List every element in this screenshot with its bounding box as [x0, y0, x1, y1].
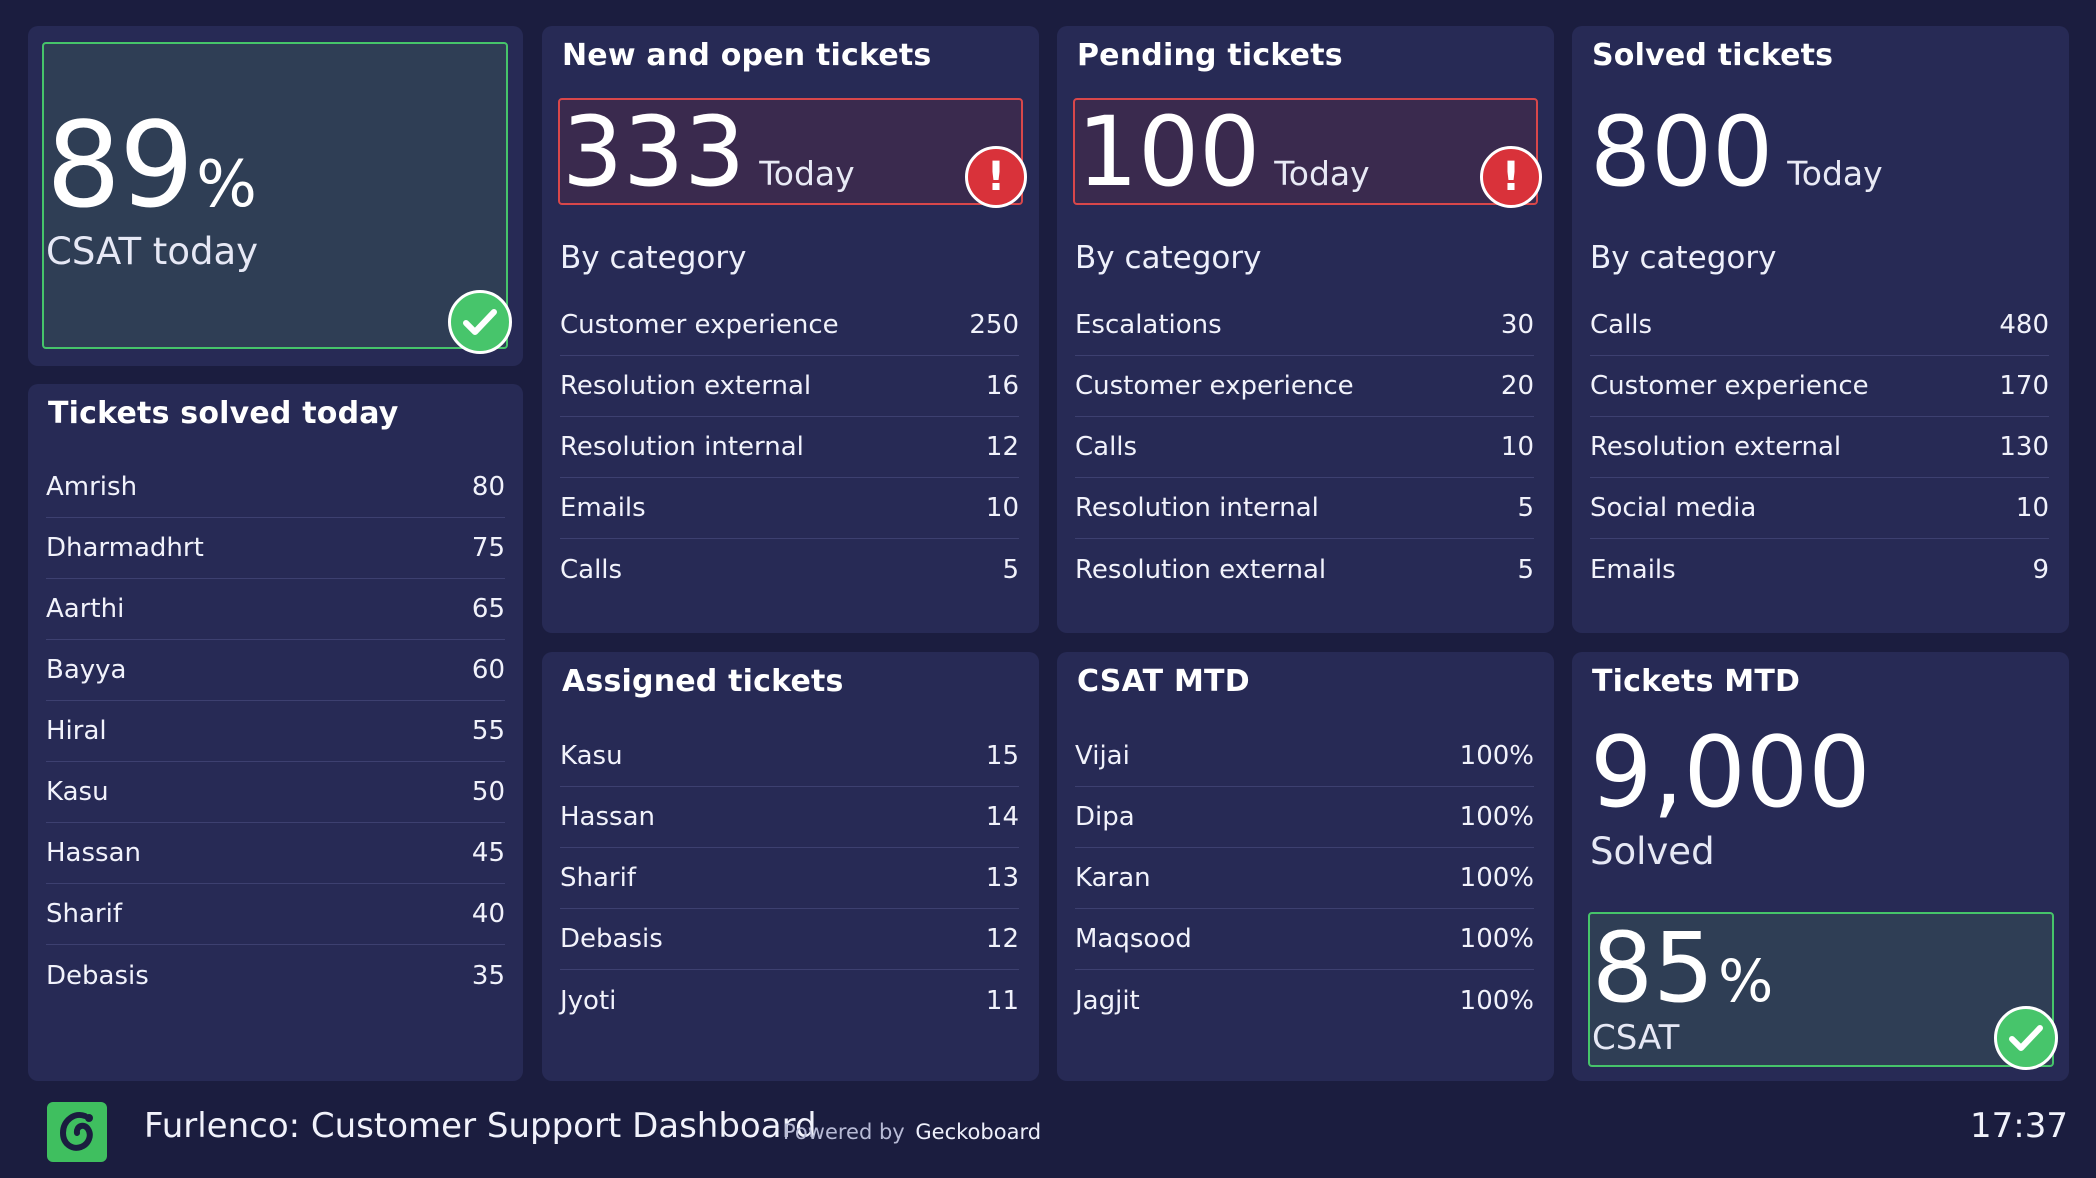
csat-today-unit: %: [196, 148, 257, 222]
list-item: Calls 480: [1590, 295, 2049, 356]
list-item: Amrish 80: [46, 457, 505, 518]
list-item: Hiral 55: [46, 701, 505, 762]
list-item: Jyoti 11: [560, 985, 1019, 1016]
alert-icon: !: [1480, 146, 1542, 208]
list-item: Maqsood 100%: [1075, 909, 1534, 970]
tickets-mtd-csat-box: 85 % CSAT: [1588, 912, 2054, 1067]
widget-title: New and open tickets: [562, 38, 932, 73]
list-item: Customer experience 250: [560, 295, 1019, 356]
list-item: Emails 10: [560, 478, 1019, 539]
list-item: Escalations 30: [1075, 295, 1534, 356]
list-item: Resolution external 130: [1590, 417, 2049, 478]
new-open-tickets-widget: New and open tickets 333 Today ! By cate…: [542, 26, 1039, 633]
footer: Furlenco: Customer Support Dashboard Pow…: [0, 1090, 2096, 1170]
list-item: Emails 9: [1590, 554, 2049, 585]
by-category-label: By category: [560, 240, 747, 276]
list-item: Debasis 35: [46, 960, 505, 991]
list-item: Calls 5: [560, 554, 1019, 585]
tickets-solved-today-widget: Tickets solved today Amrish 80 Dharmadhrt…: [28, 384, 523, 1081]
tickets-mtd-widget: Tickets MTD 9,000 Solved 85 % CSAT: [1572, 652, 2069, 1081]
widget-title: Tickets solved today: [48, 396, 399, 431]
pending-tickets-widget: Pending tickets 100 Today ! By category …: [1057, 26, 1554, 633]
solved-today-list: Amrish 80 Dharmadhrt 75 Aarthi 65 Bayya 60 H…: [46, 457, 505, 1006]
list-item: Sharif 13: [560, 848, 1019, 909]
widget-title: CSAT MTD: [1077, 664, 1250, 699]
by-category-label: By category: [1075, 240, 1262, 276]
new-open-category-list: Customer experience 250 Resolution extern…: [560, 295, 1019, 600]
list-item: Vijai 100%: [1075, 726, 1534, 787]
by-category-label: By category: [1590, 240, 1777, 276]
alert-icon: !: [965, 146, 1027, 208]
tickets-mtd-csat-unit: %: [1718, 947, 1774, 1015]
check-icon: [1994, 1006, 2058, 1070]
list-item: Debasis 12: [560, 909, 1019, 970]
list-item: Jagjit 100%: [1075, 985, 1534, 1016]
csat-mtd-widget: CSAT MTD Vijai 100% Dipa 100% Karan 100% Ma…: [1057, 652, 1554, 1081]
csat-today-label: CSAT today: [46, 230, 259, 273]
geckoboard-logo: [47, 1102, 107, 1162]
widget-title: Solved tickets: [1592, 38, 1834, 73]
list-item: Aarthi 65: [46, 579, 505, 640]
list-item: Kasu 50: [46, 762, 505, 823]
dashboard-title: Furlenco: Customer Support Dashboard: [144, 1106, 817, 1146]
pending-alert-box: 100 Today: [1073, 98, 1538, 205]
widget-title: Tickets MTD: [1592, 664, 1801, 699]
csat-today-value: 89: [46, 96, 194, 234]
list-item: Customer experience 170: [1590, 356, 2049, 417]
assigned-list: Kasu 15 Hassan 14 Sharif 13 Debasis 12 Jyoti…: [560, 726, 1019, 1031]
solved-value: 800: [1590, 96, 1774, 208]
solved-tickets-widget: Solved tickets 800 Today By category Cal…: [1572, 26, 2069, 633]
csat-today-box: 89 % CSAT today: [42, 42, 508, 349]
assigned-tickets-widget: Assigned tickets Kasu 15 Hassan 14 Sharif 1…: [542, 652, 1039, 1081]
clock-time: 17:37: [1970, 1106, 2068, 1146]
solved-suffix: Today: [1787, 154, 1883, 193]
list-item: Sharif 40: [46, 884, 505, 945]
new-open-alert-box: 333 Today: [558, 98, 1023, 205]
tickets-mtd-csat-label: CSAT: [1592, 1018, 1680, 1058]
list-item: Social media 10: [1590, 478, 2049, 539]
powered-by-brand: Geckoboard: [915, 1120, 1042, 1144]
list-item: Hassan 45: [46, 823, 505, 884]
tickets-mtd-csat-value: 85: [1592, 912, 1715, 1024]
csat-mtd-list: Vijai 100% Dipa 100% Karan 100% Maqsood 100%…: [1075, 726, 1534, 1031]
pending-category-list: Escalations 30 Customer experience 20 Call…: [1075, 295, 1534, 600]
list-item: Resolution internal 5: [1075, 478, 1534, 539]
list-item: Resolution internal 12: [560, 417, 1019, 478]
list-item: Resolution external 5: [1075, 554, 1534, 585]
list-item: Kasu 15: [560, 726, 1019, 787]
list-item: Resolution external 16: [560, 356, 1019, 417]
new-open-suffix: Today: [759, 154, 855, 193]
pending-suffix: Today: [1274, 154, 1370, 193]
csat-today-widget: 89 % CSAT today: [28, 26, 523, 366]
list-item: Dharmadhrt 75: [46, 518, 505, 579]
list-item: Calls 10: [1075, 417, 1534, 478]
tickets-mtd-value: 9,000: [1590, 716, 1871, 830]
check-icon: [448, 290, 512, 354]
solved-category-list: Calls 480 Customer experience 170 Resoluti…: [1590, 295, 2049, 600]
tickets-mtd-label: Solved: [1590, 830, 1715, 873]
list-item: Customer experience 20: [1075, 356, 1534, 417]
list-item: Dipa 100%: [1075, 787, 1534, 848]
pending-value: 100: [1077, 96, 1261, 208]
list-item: Hassan 14: [560, 787, 1019, 848]
widget-title: Assigned tickets: [562, 664, 844, 699]
new-open-value: 333: [562, 96, 746, 208]
list-item: Karan 100%: [1075, 848, 1534, 909]
list-item: Bayya 60: [46, 640, 505, 701]
powered-by-label: Powered by: [783, 1120, 905, 1144]
widget-title: Pending tickets: [1077, 38, 1343, 73]
